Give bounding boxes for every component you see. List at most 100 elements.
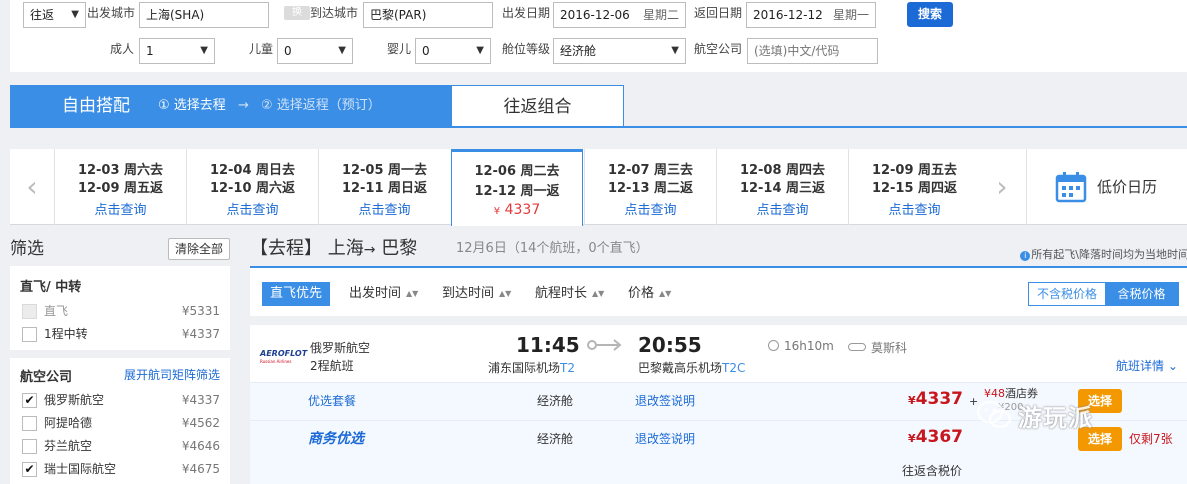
- filter-header: 筛选 清除全部: [10, 236, 230, 266]
- checkbox[interactable]: [22, 439, 37, 454]
- tab-free-combination[interactable]: 自由搭配 ① 选择去程 → ② 选择返程（预订）: [10, 85, 451, 127]
- sort-arrows-icon: ▲▼: [406, 289, 419, 298]
- fare-cabin: 经济舱: [537, 432, 574, 446]
- date-cell[interactable]: 12-05 周一去 12-11 周日返 点击查询: [318, 149, 450, 225]
- adult-value: 1: [146, 44, 154, 58]
- date-query-link[interactable]: 点击查询: [717, 199, 848, 218]
- date-cell[interactable]: 12-03 周六去 12-09 周五返 点击查询: [54, 149, 186, 225]
- filter-option-label: 瑞士国际航空: [44, 462, 117, 476]
- route-header: 【去程】 上海→ 巴黎 12月6日（14个航班，0个直飞） i 所有起飞\降落时间…: [250, 236, 1187, 266]
- chevron-down-icon: ▼: [200, 45, 208, 56]
- date-query-link[interactable]: 点击查询: [319, 199, 450, 218]
- filter-option-price: ¥4337: [181, 327, 220, 341]
- date-return: 12-15 周四返: [871, 181, 958, 196]
- checkbox[interactable]: ✔: [22, 462, 37, 477]
- arrival-time: 20:55: [638, 333, 702, 357]
- route-meta: 12月6日（14个航班，0个直飞）: [456, 241, 649, 256]
- trip-type-select[interactable]: 往返 ▼: [23, 2, 86, 28]
- sort-arrows-icon: ▲▼: [659, 289, 672, 298]
- filter-airline-etihad[interactable]: 阿提哈德 ¥4562: [22, 413, 220, 433]
- excl-tax-button[interactable]: 不含税价格: [1029, 283, 1105, 305]
- depart-date-value: 2016-12-06: [560, 8, 630, 22]
- checkbox[interactable]: [22, 416, 37, 431]
- tab-round-trip-combo[interactable]: 往返组合: [451, 85, 624, 127]
- filter-airline-swiss[interactable]: ✔ 瑞士国际航空 ¥4675: [22, 459, 220, 479]
- depart-date-label: 出发日期: [502, 6, 551, 20]
- sort-depart-time[interactable]: 出发时间 ▲▼: [349, 282, 418, 306]
- sort-price[interactable]: 价格 ▲▼: [628, 282, 671, 306]
- filter-airline-aeroflot[interactable]: ✔ 俄罗斯航空 ¥4337: [22, 390, 220, 410]
- fare-price: ¥4337: [908, 389, 963, 409]
- price-value: 4367: [915, 427, 963, 447]
- departure-terminal: T2: [560, 361, 575, 375]
- sort-arrive-time[interactable]: 到达时间 ▲▼: [442, 282, 511, 306]
- watermark: 游玩派: [976, 392, 1146, 438]
- search-button[interactable]: 搜索: [907, 2, 953, 27]
- date-query-link[interactable]: 点击查询: [55, 199, 186, 218]
- filter-option-direct[interactable]: 直飞 ¥5331: [22, 301, 220, 321]
- next-dates-icon[interactable]: ›: [980, 149, 1024, 225]
- filter-option-price: ¥4646: [181, 439, 220, 453]
- arrival-airport-name: 巴黎戴高乐机场: [638, 361, 723, 375]
- trip-type-value: 往返: [30, 8, 55, 22]
- route-arrow-icon: →: [363, 242, 376, 258]
- date-cell[interactable]: 12-08 周四去 12-14 周三返 点击查询: [716, 149, 848, 225]
- sort-direct-first[interactable]: 直飞优先: [262, 282, 331, 306]
- to-city-input[interactable]: 巴黎(PAR): [363, 2, 493, 28]
- clear-all-button[interactable]: 清除全部: [168, 238, 230, 260]
- infant-label: 婴儿: [387, 42, 412, 56]
- to-city-value: 巴黎(PAR): [370, 8, 427, 22]
- direct-transfer-title: 直飞/ 中转: [20, 280, 82, 295]
- flight-legs: 2程航班: [310, 359, 354, 373]
- date-cell[interactable]: 12-09 周五去 12-15 周四返 点击查询: [848, 149, 980, 225]
- business-select-label[interactable]: 商务优选: [308, 421, 364, 457]
- stopover: 莫斯科: [848, 339, 907, 356]
- tab-underline: [10, 126, 1187, 128]
- date-cell-selected[interactable]: 12-06 周二去 12-12 周一返 ¥ 4337: [451, 149, 583, 226]
- date-out: 12-08 周四去: [739, 163, 826, 178]
- cabin-label: 舱位等级: [502, 42, 551, 56]
- airline-input[interactable]: [747, 38, 878, 64]
- adult-select[interactable]: 1 ▼: [139, 38, 215, 64]
- departure-airport-name: 浦东国际机场: [488, 361, 561, 375]
- fare-package-link[interactable]: 优选套餐: [308, 383, 356, 419]
- stopover-icon: [848, 343, 866, 351]
- low-price-calendar[interactable]: 低价日历: [1026, 149, 1187, 225]
- fare-cabin: 经济舱: [537, 394, 574, 408]
- depart-date-input[interactable]: 2016-12-06 星期二: [553, 2, 686, 28]
- cabin-select[interactable]: 经济舱 ▼: [553, 38, 686, 64]
- from-city-input[interactable]: 上海(SHA): [139, 2, 269, 28]
- date-cell[interactable]: 12-04 周日去 12-10 周六返 点击查询: [186, 149, 318, 225]
- checkbox[interactable]: [22, 327, 37, 342]
- prev-dates-icon[interactable]: ‹: [10, 149, 54, 225]
- return-date-input[interactable]: 2016-12-12 星期一: [746, 2, 876, 28]
- date-query-link[interactable]: 点击查询: [187, 199, 318, 218]
- refund-rule-link[interactable]: 退改签说明: [635, 421, 695, 457]
- date-out: 12-04 周日去: [209, 163, 296, 178]
- date-out: 12-09 周五去: [871, 163, 958, 178]
- incl-tax-button[interactable]: 含税价格: [1105, 283, 1178, 305]
- date-cell[interactable]: 12-07 周三去 12-13 周二返 点击查询: [584, 149, 716, 225]
- filter-option-label: 阿提哈德: [44, 416, 93, 430]
- infant-select[interactable]: 0 ▼: [415, 38, 491, 64]
- sort-duration[interactable]: 航程时长 ▲▼: [535, 282, 604, 306]
- flight-detail-link[interactable]: 航班详情 ⌄: [1116, 357, 1178, 374]
- airline-matrix-link[interactable]: 展开航司矩阵筛选: [124, 366, 220, 383]
- date-query-link[interactable]: 点击查询: [849, 199, 980, 218]
- date-query-link[interactable]: 点击查询: [585, 199, 716, 218]
- filter-option-one-transfer[interactable]: 1程中转 ¥4337: [22, 324, 220, 344]
- refund-rule-link[interactable]: 退改签说明: [635, 383, 695, 419]
- wechat-icon: [976, 400, 1012, 429]
- checkbox[interactable]: [22, 304, 37, 319]
- filter-option-label: 俄罗斯航空: [44, 393, 105, 407]
- search-form: 往返 ▼ 出发城市 上海(SHA) 换 到达城市 巴黎(PAR) 出发日期 20…: [10, 0, 1187, 72]
- filter-option-price: ¥4562: [181, 416, 220, 430]
- date-price: ¥ 4337: [452, 202, 582, 218]
- swap-cities-icon[interactable]: 换: [284, 6, 310, 20]
- airline-logo: AEROFLOT Russian Airlines: [260, 345, 307, 364]
- filter-option-price: ¥4337: [181, 393, 220, 407]
- depart-weekday: 星期二: [642, 8, 679, 22]
- child-select[interactable]: 0 ▼: [277, 38, 353, 64]
- filter-airline-finnair[interactable]: 芬兰航空 ¥4646: [22, 436, 220, 456]
- checkbox[interactable]: ✔: [22, 393, 37, 408]
